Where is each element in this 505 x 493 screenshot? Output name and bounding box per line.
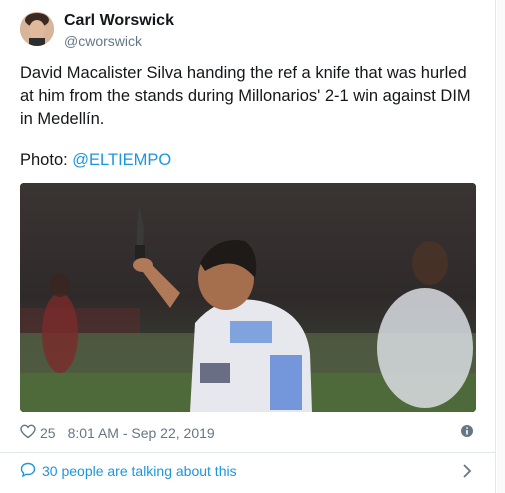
talking-about-text: 30 people are talking about this	[42, 463, 237, 479]
scrollbar[interactable]	[497, 0, 505, 493]
heart-outline-icon	[20, 424, 36, 442]
tweet-meta: 25 8:01 AM - Sep 22, 2019	[20, 424, 476, 442]
info-icon[interactable]	[460, 424, 474, 441]
tweet-card: Carl Worswick @cworswick David Macaliste…	[0, 0, 496, 493]
chevron-right-icon[interactable]	[462, 463, 472, 484]
tweet-timestamp[interactable]: 8:01 AM - Sep 22, 2019	[68, 425, 215, 441]
author-name[interactable]: Carl Worswick	[64, 12, 174, 30]
photo-credit-prefix: Photo:	[20, 151, 73, 169]
speech-bubble-icon	[20, 462, 36, 481]
divider	[0, 452, 495, 453]
talking-about-link[interactable]: 30 people are talking about this	[20, 462, 476, 480]
tweet-photo[interactable]	[20, 183, 476, 412]
photo-credit-link[interactable]: @ELTIEMPO	[72, 151, 171, 169]
tweet-photo-image	[20, 183, 476, 412]
like-button[interactable]: 25	[20, 424, 56, 442]
tweet-text: David Macalister Silva handing the ref a…	[20, 64, 471, 128]
photo-credit-line: Photo: @ELTIEMPO	[20, 151, 171, 170]
author-handle[interactable]: @cworswick	[64, 33, 142, 49]
avatar[interactable]	[20, 12, 54, 46]
like-count: 25	[40, 425, 56, 441]
